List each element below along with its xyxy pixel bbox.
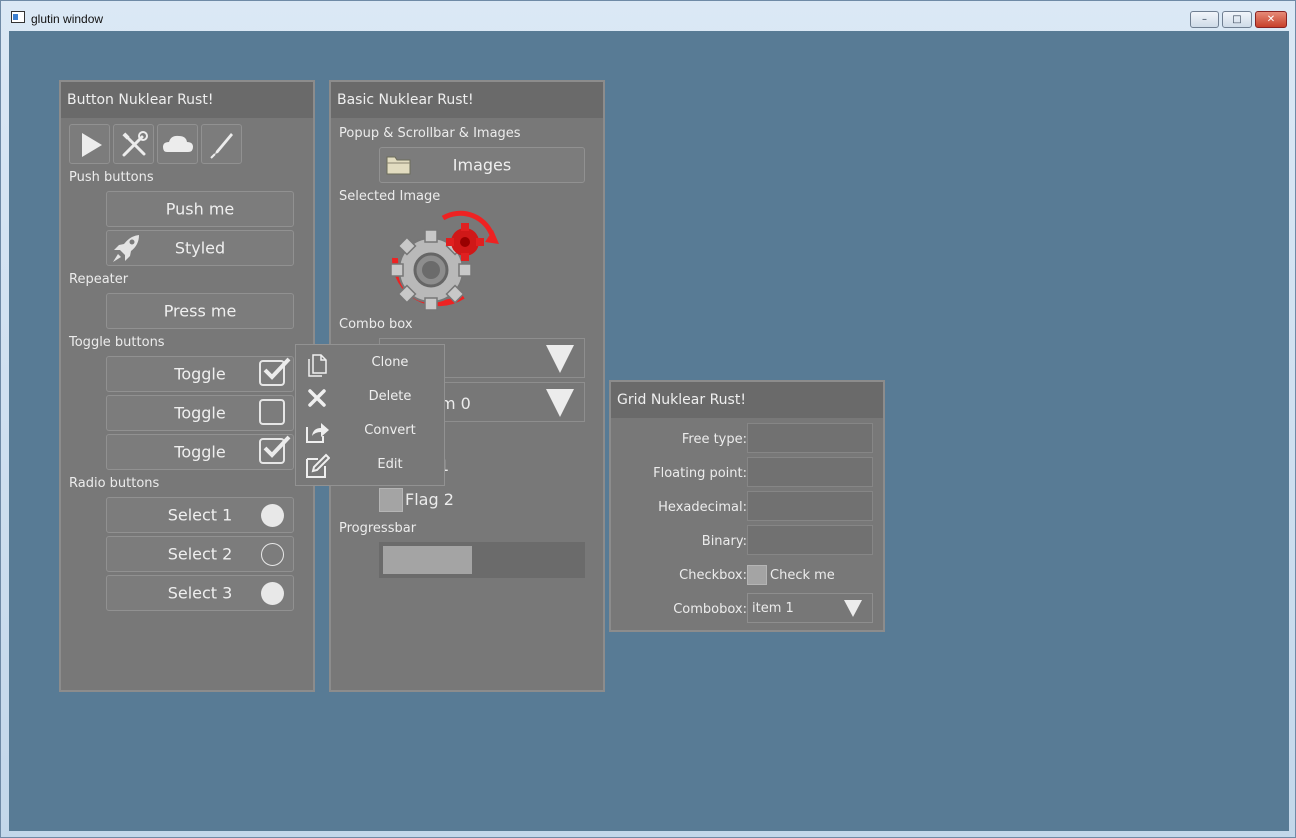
- grid-panel: Grid Nuklear Rust! Free type: Floating p…: [609, 380, 885, 632]
- cloud-button[interactable]: [157, 124, 198, 164]
- panel-title[interactable]: Basic Nuklear Rust!: [331, 82, 603, 118]
- copy-icon: [308, 354, 327, 377]
- menu-item-label: Edit: [377, 457, 403, 472]
- x-icon: [308, 389, 326, 407]
- repeater-label: Repeater: [69, 272, 129, 287]
- menu-item-label: Clone: [371, 355, 409, 370]
- flag-2-checkbox[interactable]: [379, 488, 403, 512]
- checkbox-label: Checkbox:: [679, 568, 747, 583]
- radio-indicator: [261, 582, 284, 605]
- binary-input[interactable]: [747, 525, 873, 555]
- cloud-icon: [163, 135, 193, 152]
- popup-label: Popup & Scrollbar & Images: [339, 126, 521, 141]
- radio-select-3[interactable]: Select 3: [106, 575, 294, 611]
- selected-image-label: Selected Image: [339, 189, 441, 204]
- pen-button[interactable]: [201, 124, 242, 164]
- checkmark-icon: [263, 357, 291, 380]
- toggle-button-3[interactable]: Toggle: [106, 434, 294, 470]
- dropdown-arrow-icon: [546, 389, 574, 417]
- dropdown-arrow-icon: [844, 600, 862, 617]
- progressbar[interactable]: [379, 542, 585, 578]
- pen-icon: [210, 133, 233, 159]
- close-button[interactable]: ✕: [1255, 11, 1287, 28]
- toggle-button-2[interactable]: Toggle: [106, 395, 294, 431]
- title-bar[interactable]: glutin window – □ ✕: [1, 1, 1295, 31]
- floating-point-input[interactable]: [747, 457, 873, 487]
- flag-2-label: Flag 2: [405, 490, 454, 509]
- checkmark-icon: [263, 435, 291, 458]
- push-me-label: Push me: [165, 199, 235, 219]
- toggle-checkbox: [259, 357, 291, 386]
- app-icon: [11, 11, 25, 23]
- check-me-label: Check me: [770, 568, 835, 583]
- toggle-checkbox: [259, 399, 285, 425]
- menu-item-delete[interactable]: Delete: [296, 381, 444, 415]
- play-icon: [82, 133, 102, 157]
- progressbar-label: Progressbar: [339, 521, 417, 536]
- radio-select-2[interactable]: Select 2: [106, 536, 294, 572]
- radio-select-1[interactable]: Select 1: [106, 497, 294, 533]
- tools-button[interactable]: [113, 124, 154, 164]
- menu-item-label: Delete: [368, 389, 412, 404]
- progressbar-fill: [383, 546, 472, 574]
- combobox-value: item 1: [752, 601, 794, 616]
- free-type-label: Free type:: [681, 432, 747, 447]
- minimize-button[interactable]: –: [1190, 11, 1219, 28]
- push-buttons-label: Push buttons: [69, 170, 154, 185]
- hexadecimal-label: Hexadecimal:: [658, 500, 747, 515]
- hexadecimal-input[interactable]: [747, 491, 873, 521]
- press-me-label: Press me: [163, 301, 237, 321]
- play-button[interactable]: [69, 124, 110, 164]
- gear-image: [390, 210, 499, 311]
- window-title: glutin window: [31, 12, 104, 26]
- push-me-button[interactable]: Push me: [106, 191, 294, 227]
- radio-indicator: [261, 543, 284, 566]
- toggle-checkbox: [259, 435, 291, 464]
- panel-title[interactable]: Button Nuklear Rust!: [61, 82, 313, 118]
- free-type-input[interactable]: [747, 423, 873, 453]
- images-label: Images: [452, 155, 512, 175]
- images-button[interactable]: Images: [379, 147, 585, 183]
- combobox-label: Combobox:: [673, 602, 747, 617]
- menu-item-edit[interactable]: Edit: [296, 449, 444, 483]
- grid-combobox[interactable]: item 1: [747, 593, 873, 623]
- client-area: Button Nuklear Rust! Push buttons Push m…: [9, 31, 1289, 831]
- radio-buttons-label: Radio buttons: [69, 476, 160, 491]
- os-window: glutin window – □ ✕ Button Nuklear Rust!: [0, 0, 1296, 838]
- press-me-button[interactable]: Press me: [106, 293, 294, 329]
- context-menu: Clone Delete Convert Edit: [295, 344, 445, 486]
- edit-icon: [306, 453, 330, 478]
- floating-point-label: Floating point:: [653, 466, 747, 481]
- combo-box-label: Combo box: [339, 317, 413, 332]
- radio-indicator: [261, 504, 284, 527]
- menu-item-convert[interactable]: Convert: [296, 415, 444, 449]
- styled-label: Styled: [174, 238, 226, 258]
- maximize-button[interactable]: □: [1222, 11, 1252, 28]
- check-me-checkbox[interactable]: [747, 565, 767, 585]
- tools-icon: [122, 131, 148, 157]
- toggle-buttons-label: Toggle buttons: [69, 335, 165, 350]
- binary-label: Binary:: [701, 534, 747, 549]
- panel-title[interactable]: Grid Nuklear Rust!: [611, 382, 883, 418]
- share-icon: [306, 423, 329, 443]
- button-panel: Button Nuklear Rust! Push buttons Push m…: [59, 80, 315, 692]
- menu-item-label: Convert: [364, 423, 416, 438]
- dropdown-arrow-icon: [546, 345, 574, 373]
- toggle-button-1[interactable]: Toggle: [106, 356, 294, 392]
- menu-item-clone[interactable]: Clone: [296, 347, 444, 381]
- styled-button[interactable]: Styled: [106, 230, 294, 266]
